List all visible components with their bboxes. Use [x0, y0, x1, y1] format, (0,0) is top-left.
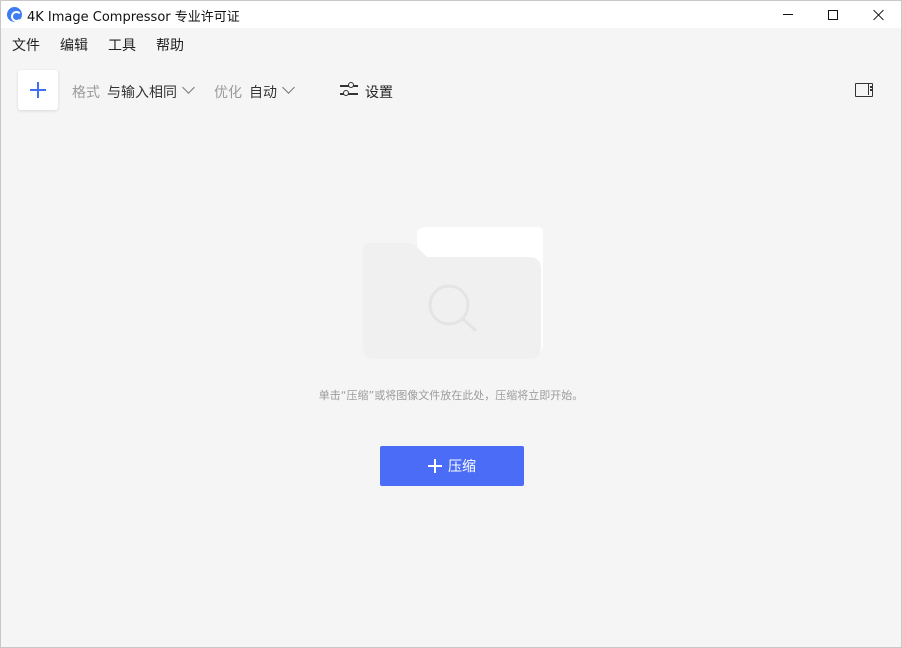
minimize-button[interactable]: [765, 1, 811, 28]
window-title: 4K Image Compressor 专业许可证: [27, 10, 240, 25]
optimize-label: 优化: [214, 85, 242, 101]
menu-edit[interactable]: 编辑: [60, 35, 88, 55]
format-label: 格式: [72, 85, 100, 101]
plus-icon: [30, 82, 46, 98]
maximize-button[interactable]: [810, 1, 856, 28]
close-icon: [873, 9, 885, 21]
app-window: 4K Image Compressor 专业许可证 文件 编辑 工具 帮助 格式…: [0, 0, 902, 648]
drop-hint-text: 单击“压缩”或将图像文件放在此处，压缩将立即开始。: [318, 389, 584, 402]
compress-button-label: 压缩: [448, 459, 476, 475]
menu-file[interactable]: 文件: [12, 35, 40, 55]
format-dropdown[interactable]: 与输入相同: [107, 82, 177, 102]
optimize-dropdown[interactable]: 自动: [249, 82, 277, 102]
sliders-icon[interactable]: [340, 81, 358, 98]
close-button[interactable]: [856, 1, 902, 28]
add-files-button[interactable]: [18, 70, 58, 110]
settings-button[interactable]: 设置: [365, 82, 393, 102]
title-bar[interactable]: 4K Image Compressor 专业许可证: [1, 1, 901, 28]
plus-icon: [428, 459, 442, 473]
chevron-down-icon[interactable]: [182, 81, 195, 94]
side-panel-icon[interactable]: [855, 83, 873, 97]
minimize-icon: [783, 14, 793, 15]
chevron-down-icon[interactable]: [282, 81, 295, 94]
compress-button[interactable]: 压缩: [380, 446, 524, 486]
folder-search-icon: [363, 227, 543, 359]
menu-bar: 文件 编辑 工具 帮助: [1, 28, 901, 58]
app-logo-icon: [7, 7, 22, 22]
menu-tools[interactable]: 工具: [108, 35, 136, 55]
menu-help[interactable]: 帮助: [156, 35, 184, 55]
maximize-icon: [828, 9, 838, 20]
